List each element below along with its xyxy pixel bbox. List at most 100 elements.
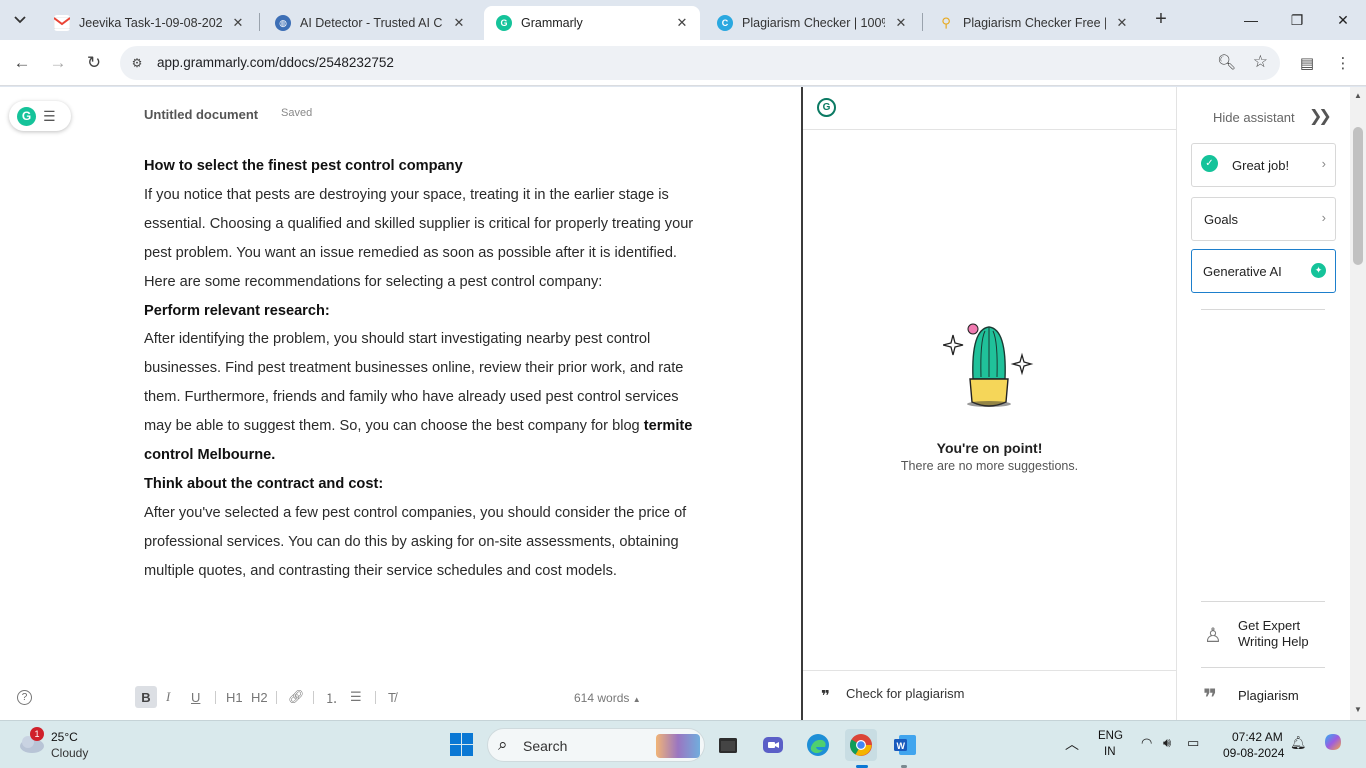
card-label: Goals [1204, 212, 1238, 227]
scroll-down-arrow-icon[interactable]: ▼ [1354, 705, 1362, 714]
hide-assistant-button[interactable]: Hide assistant [1213, 110, 1295, 125]
word-count-text: 614 words [574, 691, 630, 705]
clock-time[interactable]: 07:42 AM [1232, 730, 1283, 744]
windows-taskbar: 1 25°C Cloudy ⌕ Search W ︿ ENG IN ◠ 🔊︎ ▭… [0, 720, 1366, 768]
page-scrollbar[interactable]: ▲ ▼ [1350, 87, 1366, 720]
tab-title: Jeevika Task-1-09-08-2024 - [79, 16, 222, 30]
tab-grammarly[interactable]: G Grammarly ✕ [484, 6, 700, 40]
back-arrow-icon[interactable]: ← [10, 51, 34, 75]
hamburger-menu-icon[interactable]: ☰ [43, 108, 56, 125]
grammarly-icon: G [496, 15, 512, 31]
clear-formatting-icon[interactable]: T̸ [388, 686, 396, 708]
notification-bell-icon[interactable]: 🔔︎ [1290, 735, 1307, 751]
toolbar-divider [375, 691, 376, 704]
clock-date[interactable]: 09-08-2024 [1223, 746, 1284, 760]
toolbar-divider [215, 691, 216, 704]
tab-plagiarism-free[interactable]: ⚲ Plagiarism Checker Free | Ac ✕ [926, 6, 1140, 40]
search-magnifier-icon: ⚲ [941, 15, 951, 30]
assistant-panel-header: G [803, 87, 1176, 130]
bold-button[interactable]: B [135, 686, 157, 708]
file-explorer-icon[interactable] [712, 729, 744, 761]
forward-arrow-icon[interactable]: → [46, 51, 70, 75]
reload-icon[interactable]: ↻ [82, 51, 106, 75]
new-tab-plus-icon[interactable]: + [1150, 8, 1172, 30]
heading1-button[interactable]: H1 [226, 686, 243, 708]
gmail-icon [54, 15, 70, 31]
double-chevron-right-icon[interactable]: ❯❯ [1309, 106, 1332, 126]
speaker-icon[interactable]: 🔊︎ [1163, 735, 1171, 751]
tab-gmail[interactable]: Jeevika Task-1-09-08-2024 - ✕ [42, 6, 256, 40]
url-text[interactable]: app.grammarly.com/ddocs/2548232752 [157, 55, 394, 70]
address-bar[interactable]: ⚙ app.grammarly.com/ddocs/2548232752 🔍︎ … [120, 46, 1280, 80]
tab-copyleaks[interactable]: C Plagiarism Checker | 100% F ✕ [705, 6, 919, 40]
goals-card[interactable]: Goals › [1191, 197, 1336, 241]
caret-up-icon: ▲ [632, 695, 641, 704]
check-plagiarism-bar[interactable]: ❞ Check for plagiarism [803, 670, 1176, 720]
weather-temperature[interactable]: 25°C [51, 730, 78, 744]
expert-person-icon: ♙ [1204, 625, 1222, 647]
toolbar-divider [313, 691, 314, 704]
close-window-icon[interactable]: ✕ [1320, 0, 1366, 40]
copilot-icon[interactable] [1322, 731, 1344, 756]
language-indicator[interactable]: ENG [1098, 730, 1123, 742]
close-icon[interactable]: ✕ [1114, 15, 1130, 31]
tab-divider [922, 13, 923, 31]
tab-ai-detector[interactable]: ◍ AI Detector - Trusted AI Che ✕ [263, 6, 477, 40]
doc-heading: Think about the contract and cost: [144, 475, 384, 492]
minimize-icon[interactable]: — [1228, 0, 1274, 40]
italic-button[interactable]: I [166, 686, 170, 708]
notification-badge: 1 [30, 727, 44, 741]
quote-icon: ❞ [821, 688, 830, 705]
wifi-icon[interactable]: ◠ [1141, 735, 1152, 751]
search-placeholder: Search [523, 738, 568, 754]
bulleted-list-icon[interactable]: ☰ [350, 686, 362, 708]
generative-ai-card[interactable]: Generative AI ✦ [1191, 249, 1336, 293]
doc-heading: Perform relevant research: [144, 302, 330, 319]
great-job-card[interactable]: ✓ Great job! › [1191, 143, 1336, 187]
windows-start-icon[interactable] [450, 733, 473, 756]
doc-paragraph: After you've selected a few pest control… [144, 504, 687, 579]
scroll-thumb[interactable] [1353, 127, 1363, 265]
word-count[interactable]: 614 words ▲ [574, 691, 641, 705]
site-settings-icon[interactable]: ⚙ [128, 54, 146, 72]
region-indicator[interactable]: IN [1104, 746, 1116, 758]
bookmark-star-icon[interactable]: ☆ [1253, 52, 1268, 72]
document-title[interactable]: Untitled document [144, 107, 258, 122]
restore-window-icon[interactable]: ❐ [1274, 0, 1320, 40]
battery-icon[interactable]: ▭ [1187, 735, 1199, 751]
close-icon[interactable]: ✕ [674, 15, 690, 31]
get-expert-help-button[interactable]: Get Expert Writing Help [1238, 618, 1309, 649]
link-icon[interactable]: 🔗︎ [288, 686, 305, 708]
check-plagiarism-button[interactable]: Check for plagiarism [846, 686, 965, 701]
grammarly-menu-widget[interactable]: G ☰ [9, 101, 71, 131]
close-icon[interactable]: ✕ [893, 15, 909, 31]
weather-description[interactable]: Cloudy [51, 746, 88, 760]
heading2-button[interactable]: H2 [251, 686, 268, 708]
doc-heading: How to select the finest pest control co… [144, 158, 463, 174]
edge-browser-icon[interactable] [802, 729, 834, 761]
tab-search-button[interactable] [8, 8, 32, 32]
document-body[interactable]: How to select the finest pest control co… [144, 152, 704, 586]
scroll-up-arrow-icon[interactable]: ▲ [1354, 91, 1362, 100]
zoom-icon[interactable]: 🔍︎ [1217, 53, 1236, 71]
plagiarism-button[interactable]: Plagiarism [1238, 688, 1299, 703]
close-icon[interactable]: ✕ [451, 15, 467, 31]
browser-menu-icon[interactable]: ⋮ [1332, 52, 1354, 74]
chevron-down-icon [14, 16, 26, 24]
numbered-list-icon[interactable]: ⒈ [325, 686, 338, 708]
tab-title: Plagiarism Checker | 100% F [742, 16, 885, 30]
no-issues-subtext: There are no more suggestions. [900, 459, 1079, 473]
chevron-up-icon[interactable]: ︿ [1065, 734, 1079, 754]
svg-text:W: W [897, 741, 906, 751]
doc-paragraph-text: After identifying the problem, you shoul… [144, 331, 684, 435]
globe-icon: ◍ [275, 15, 291, 31]
help-icon[interactable]: ? [17, 690, 32, 705]
taskbar-search-box[interactable]: ⌕ Search [487, 728, 705, 762]
teams-meet-icon[interactable] [757, 729, 789, 761]
close-icon[interactable]: ✕ [230, 15, 246, 31]
chrome-browser-icon[interactable] [845, 729, 877, 761]
grammarly-extension-icon[interactable]: ▤ [1296, 52, 1318, 74]
word-app-icon[interactable]: W [889, 729, 921, 761]
underline-button[interactable]: U [191, 686, 200, 708]
doc-paragraph: If you notice that pests are destroying … [144, 186, 694, 290]
